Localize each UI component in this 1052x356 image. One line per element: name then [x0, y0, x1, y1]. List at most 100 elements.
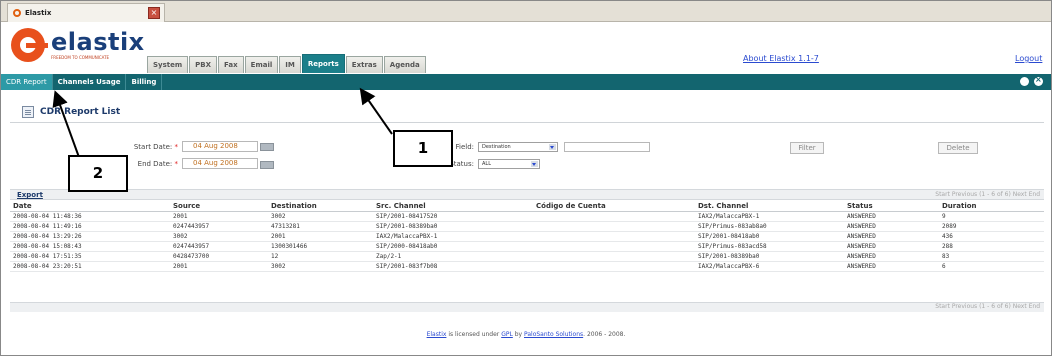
logout-link[interactable]: Logout [1015, 54, 1042, 63]
table-row: 2008-08-04 15:08:43 0247443957 130030146… [10, 241, 1044, 252]
page-title-row: CDR Report List [22, 106, 120, 118]
cell-date: 2008-08-04 17:51:35 [10, 251, 170, 262]
cell-dst-channel: SIP/Primus-083acd58 [695, 241, 844, 252]
main-menu: System PBX Fax Email IM Reports Extras A… [147, 54, 427, 73]
browser-tab-title: Elastix [25, 9, 52, 17]
cell-duration: 2089 [939, 221, 1044, 232]
cell-duration: 6 [939, 261, 1044, 272]
callout-1: 1 [393, 130, 453, 167]
column-header-status: Status [844, 201, 939, 212]
footer-palosanto-link[interactable]: PaloSanto Solutions [524, 331, 583, 338]
column-header-account-code: Código de Cuenta [533, 201, 695, 212]
subnav-billing[interactable]: Billing [126, 74, 163, 90]
menu-extras[interactable]: Extras [345, 56, 383, 73]
subnav-cdr-report[interactable]: CDR Report [1, 74, 53, 90]
cell-account-code [533, 251, 695, 262]
page-title: CDR Report List [40, 107, 121, 117]
cell-status: ANSWERED [844, 241, 939, 252]
filter-button[interactable]: Filter [790, 142, 824, 154]
end-date-input[interactable]: 04 Aug 2008 [182, 158, 258, 169]
menu-im[interactable]: IM [279, 56, 301, 73]
pagination-top[interactable]: Start Previous (1 - 6 of 6) Next End [935, 191, 1040, 198]
status-select[interactable]: ALL [478, 159, 540, 169]
field-select[interactable]: Destination [478, 142, 558, 152]
table-toolbar: Export Start Previous (1 - 6 of 6) Next … [10, 189, 1044, 200]
cell-src-channel: SIP/2001-08417520 [373, 211, 533, 222]
cell-source: 2001 [170, 211, 268, 222]
footer-text: is licensed under [446, 331, 502, 338]
cell-destination: 47313281 [268, 221, 373, 232]
footer-text: . 2006 - 2008. [583, 331, 626, 338]
cell-destination: 12 [268, 251, 373, 262]
close-icon[interactable] [1034, 75, 1043, 86]
footer-elastix-link[interactable]: Elastix [427, 331, 447, 338]
cell-src-channel: SIP/2000-08418ab0 [373, 241, 533, 252]
elastix-favicon-icon [13, 9, 21, 17]
menu-reports[interactable]: Reports [301, 54, 345, 73]
callout-2: 2 [68, 155, 128, 192]
cell-duration: 83 [939, 251, 1044, 262]
cell-date: 2008-08-04 23:20:51 [10, 261, 170, 272]
delete-button[interactable]: Delete [938, 142, 978, 154]
cell-src-channel: SIP/2001-083f7b08 [373, 261, 533, 272]
cdr-table: Date Source Destination Src. Channel Cód… [10, 201, 1044, 272]
column-header-source: Source [170, 201, 268, 212]
title-divider [10, 122, 1044, 123]
cell-destination: 3002 [268, 211, 373, 222]
cell-source: 0247443957 [170, 241, 268, 252]
cell-source: 3002 [170, 231, 268, 242]
sub-navigation: CDR Report Channels Usage Billing [1, 74, 1051, 90]
cell-account-code [533, 221, 695, 232]
cell-status: ANSWERED [844, 231, 939, 242]
cell-destination: 3002 [268, 261, 373, 272]
end-date-calendar-icon[interactable] [260, 161, 274, 169]
export-link[interactable]: Export [17, 191, 43, 199]
cell-dst-channel: SIP/2001-08418ab0 [695, 231, 844, 242]
cell-account-code [533, 241, 695, 252]
start-date-input[interactable]: 04 Aug 2008 [182, 141, 258, 152]
cell-account-code [533, 261, 695, 272]
cell-source: 0428473700 [170, 251, 268, 262]
table-row: 2008-08-04 13:29:26 3002 2001 IAX2/Malac… [10, 231, 1044, 242]
table-row: 2008-08-04 23:20:51 2001 3002 SIP/2001-0… [10, 261, 1044, 272]
pagination-bottom[interactable]: Start Previous (1 - 6 of 6) Next End [935, 303, 1040, 310]
menu-fax[interactable]: Fax [218, 56, 244, 73]
info-icon[interactable] [1020, 77, 1029, 86]
table-row: 2008-08-04 17:51:35 0428473700 12 Zap/2-… [10, 251, 1044, 262]
menu-pbx[interactable]: PBX [189, 56, 218, 73]
chevron-down-icon [549, 144, 556, 150]
column-header-date: Date [10, 201, 170, 212]
browser-tab[interactable]: Elastix × [7, 3, 165, 22]
menu-system[interactable]: System [147, 56, 189, 73]
start-date-calendar-icon[interactable] [260, 143, 274, 151]
subnav-channels-usage[interactable]: Channels Usage [53, 74, 127, 90]
page-footer: Elastix is licensed under GPL by PaloSan… [0, 331, 1052, 338]
cell-duration: 288 [939, 241, 1044, 252]
cell-date: 2008-08-04 11:48:36 [10, 211, 170, 222]
elastix-logo-mark-icon [11, 28, 48, 62]
cell-account-code [533, 211, 695, 222]
footer-text: by [512, 331, 524, 338]
chevron-down-icon [531, 161, 538, 167]
about-elastix-link[interactable]: About Elastix 1.1-7 [743, 54, 819, 63]
start-date-label: Start Date: * [133, 143, 178, 151]
cell-date: 2008-08-04 11:49:16 [10, 221, 170, 232]
cell-src-channel: IAX2/MalaccaPBX-1 [373, 231, 533, 242]
column-header-src-channel: Src. Channel [373, 201, 533, 212]
table-row: 2008-08-04 11:49:16 0247443957 47313281 … [10, 221, 1044, 232]
menu-email[interactable]: Email [244, 56, 279, 73]
cell-dst-channel: SIP/2001-08389ba0 [695, 251, 844, 262]
app-header: elastix FREEDOM TO COMMUNICATE System PB… [1, 22, 1051, 74]
cell-status: ANSWERED [844, 261, 939, 272]
cell-account-code [533, 231, 695, 242]
cell-duration: 436 [939, 231, 1044, 242]
cell-dst-channel: IAX2/MalaccaPBX-1 [695, 211, 844, 222]
close-tab-icon[interactable]: × [148, 7, 160, 19]
cell-destination: 1300301466 [268, 241, 373, 252]
cell-source: 0247443957 [170, 221, 268, 232]
menu-agenda[interactable]: Agenda [383, 56, 426, 73]
field-value-input[interactable] [564, 142, 650, 152]
browser-tab-strip: Elastix × [1, 1, 1051, 22]
footer-gpl-link[interactable]: GPL [501, 331, 513, 338]
elastix-logo[interactable]: elastix FREEDOM TO COMMUNICATE [11, 28, 145, 62]
